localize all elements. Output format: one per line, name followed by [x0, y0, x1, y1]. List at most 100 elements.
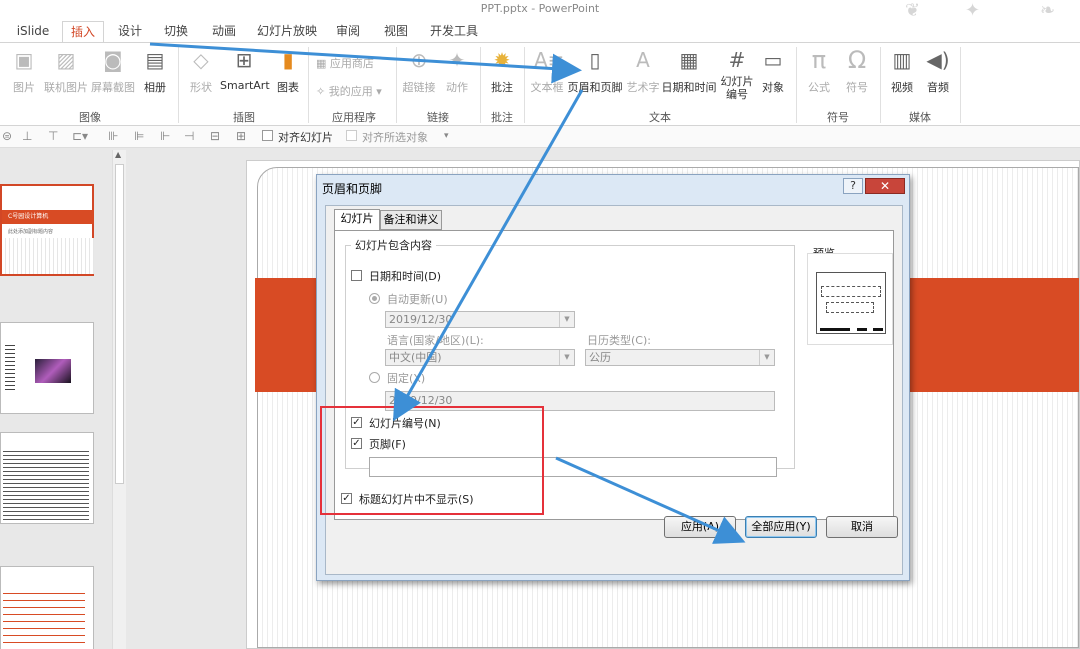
auto-update-date-select[interactable]: 2019/12/30 ▼ [385, 311, 575, 328]
chevron-down-icon: ▾ [372, 85, 382, 98]
slide-thumbnail[interactable] [0, 432, 94, 524]
align-icon[interactable]: ⊣ [184, 129, 194, 143]
tab-review[interactable]: 审阅 [330, 21, 366, 42]
slide-thumbnail[interactable]: C号园设计算机 此处添加副标题内容 [0, 184, 94, 276]
group-separator [796, 47, 797, 123]
language-select[interactable]: 中文(中国) ▼ [385, 349, 575, 366]
preview-number-bar [873, 328, 883, 331]
textbox-button[interactable]: A≡ 文本框 [530, 47, 565, 95]
align-selected-checkbox[interactable] [346, 130, 357, 141]
thumbnail-scrollbar[interactable]: ▲ [112, 150, 126, 649]
preview-body-placeholder [826, 302, 874, 313]
group-separator [308, 47, 309, 123]
apply-button[interactable]: 应用(A) [664, 516, 736, 538]
align-icon[interactable]: ⊤ [48, 129, 58, 143]
scroll-up-icon[interactable]: ▲ [115, 150, 121, 159]
align-icon[interactable]: ⊟ [210, 129, 220, 143]
audio-button[interactable]: ◀) 音频 [922, 47, 954, 95]
smartart-button[interactable]: ⊞ SmartArt [220, 47, 270, 92]
comment-icon: ✹ [493, 48, 511, 72]
slide-number-button[interactable]: # 幻灯片 编号 [718, 47, 756, 101]
fixed-date-radio[interactable] [369, 372, 380, 383]
textbox-icon: A≡ [534, 48, 565, 72]
chevron-down-icon[interactable]: ▾ [444, 131, 449, 141]
align-toolbar: ⊜ ⊥ ⊤ ⊏▾ ⊪ ⊫ ⊩ ⊣ ⊟ ⊞ 对齐幻灯片 对齐所选对象 ▾ [0, 126, 1080, 148]
align-icon[interactable]: ⊫ [134, 129, 144, 143]
group-separator [178, 47, 179, 123]
tab-notes-handouts[interactable]: 备注和讲义 [380, 210, 442, 230]
smartart-icon: ⊞ [235, 48, 253, 72]
chevron-down-icon: ▼ [559, 312, 574, 327]
tab-insert[interactable]: 插入 [62, 21, 104, 42]
object-button[interactable]: ▭ 对象 [758, 47, 788, 95]
chevron-down-icon: ▼ [559, 350, 574, 365]
include-on-slide-legend: 幻灯片包含内容 [351, 237, 436, 253]
tab-slideshow[interactable]: 幻灯片放映 [252, 21, 322, 42]
scrollbar-thumb[interactable] [115, 164, 124, 484]
online-picture-icon: ▨ [56, 48, 76, 72]
align-selected-label: 对齐所选对象 [362, 131, 428, 144]
apply-all-button[interactable]: 全部应用(Y) [745, 516, 817, 538]
store-icon: ▦ [316, 57, 330, 70]
header-footer-dialog: 页眉和页脚 ? ✕ 幻灯片 备注和讲义 幻灯片包含内容 日期和时间(D) 自动更… [316, 174, 910, 581]
tab-developer[interactable]: 开发工具 [424, 21, 484, 42]
align-slide-label: 对齐幻灯片 [278, 131, 333, 144]
store-button[interactable]: ▦ 应用商店 [316, 55, 374, 71]
tab-slide[interactable]: 幻灯片 [334, 209, 380, 231]
datetime-button[interactable]: ▦ 日期和时间 [660, 47, 718, 95]
equation-button[interactable]: π 公式 [802, 47, 836, 95]
group-apps-label: 应用程序 [332, 111, 376, 124]
cancel-button[interactable]: 取消 [826, 516, 898, 538]
album-button[interactable]: ▤ 相册 [138, 47, 172, 95]
align-icon[interactable]: ⊜ [2, 129, 12, 143]
object-icon: ▭ [763, 48, 783, 72]
preview-date-bar [820, 328, 850, 331]
align-slide-checkbox[interactable] [262, 130, 273, 141]
chart-button[interactable]: ▮ 图表 [272, 47, 304, 95]
tab-animations[interactable]: 动画 [206, 21, 242, 42]
slide-thumbnail[interactable] [0, 322, 94, 414]
action-button[interactable]: ✦ 动作 [442, 47, 472, 95]
slide-thumbnail[interactable] [0, 566, 94, 649]
thumbnail-subtitle: 此处添加副标题内容 [8, 229, 54, 235]
auto-update-radio[interactable] [369, 293, 380, 304]
symbol-button[interactable]: Ω 符号 [840, 47, 874, 95]
header-footer-button[interactable]: ▯ 页眉和页脚 [566, 47, 624, 95]
tab-transitions[interactable]: 切换 [158, 21, 194, 42]
ribbon: ▣ 图片 ▨ 联机图片 ◙ 屏幕截图 ▤ 相册 图像 ◇ 形状 ⊞ SmartArt ▮ 图表… [0, 42, 1080, 126]
hyperlink-button[interactable]: ⊕ 超链接 [402, 47, 436, 95]
comment-button[interactable]: ✹ 批注 [486, 47, 518, 95]
ribbon-tabs: iSlide 插入 设计 切换 动画 幻灯片放映 审阅 视图 开发工具 [0, 18, 1080, 42]
align-icon[interactable]: ⊥ [22, 129, 32, 143]
slide-thumbnail-pane: C号园设计算机 此处添加副标题内容 [0, 148, 128, 649]
group-separator [880, 47, 881, 123]
align-icon[interactable]: ⊩ [160, 129, 170, 143]
distribute-icon[interactable]: ⊏▾ [72, 129, 88, 143]
thumbnail-text-lines [5, 345, 15, 391]
highlight-box [320, 406, 544, 515]
calendar-icon: ▦ [679, 48, 699, 72]
close-button[interactable]: ✕ [865, 178, 905, 194]
screenshot-button[interactable]: ◙ 屏幕截图 [90, 47, 136, 95]
group-separator [960, 47, 961, 123]
title-bar: PPT.pptx - PowerPoint ❦ ✦ ❧ [0, 0, 1080, 21]
online-picture-button[interactable]: ▨ 联机图片 [42, 47, 90, 95]
datetime-checkbox[interactable] [351, 270, 362, 281]
tab-view[interactable]: 视图 [378, 21, 414, 42]
tab-islide[interactable]: iSlide [14, 21, 52, 42]
group-images-label: 图像 [79, 111, 101, 124]
auto-update-label: 自动更新(U) [387, 293, 448, 306]
tab-design[interactable]: 设计 [112, 21, 148, 42]
thumbnail-title: C号园设计算机 [2, 210, 94, 224]
video-button[interactable]: ▥ 视频 [886, 47, 918, 95]
calendar-type-select[interactable]: 公历 ▼ [585, 349, 775, 366]
picture-button[interactable]: ▣ 图片 [8, 47, 40, 95]
my-apps-button[interactable]: ✧ 我的应用 ▾ [316, 83, 382, 99]
align-icon[interactable]: ⊞ [236, 129, 246, 143]
align-icon[interactable]: ⊪ [108, 129, 118, 143]
shapes-icon: ◇ [193, 48, 209, 72]
omega-icon: Ω [847, 46, 867, 74]
shapes-button[interactable]: ◇ 形状 [184, 47, 218, 95]
help-button[interactable]: ? [843, 178, 863, 194]
wordart-button[interactable]: A 艺术字 [626, 47, 660, 95]
